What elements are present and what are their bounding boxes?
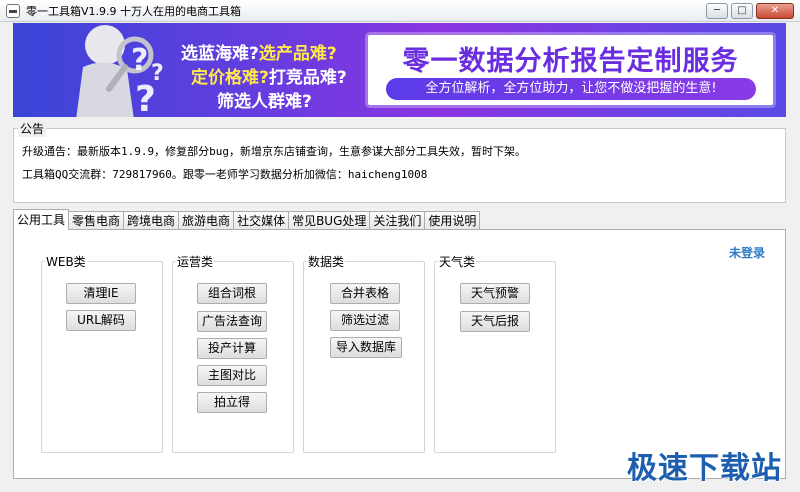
notice-line-2: 工具箱QQ交流群：729817960。跟零一老师学习数据分析加微信：haiche… [22, 168, 428, 181]
login-status-link[interactable]: 未登录 [729, 244, 765, 261]
tab-travel-ecommerce[interactable]: 旅游电商 [178, 211, 235, 230]
import-db-button[interactable]: 导入数据库 [330, 337, 402, 358]
weather-warning-button[interactable]: 天气预警 [460, 283, 530, 304]
combine-roots-button[interactable]: 组合词根 [197, 283, 267, 304]
tab-common-tools[interactable]: 公用工具 [13, 209, 70, 230]
group-operations: 运营类 组合词根 广告法查询 投产计算 主图对比 拍立得 [172, 253, 294, 453]
banner-card: 零一数据分析报告定制服务 全方位解析，全方位助力，让您不做没把握的生意! [368, 35, 773, 105]
banner-highlight: 选产品难? [258, 44, 337, 64]
group-legend: 运营类 [176, 253, 215, 270]
banner-text: 选蓝海难? [181, 44, 259, 64]
tab-instructions[interactable]: 使用说明 [424, 211, 481, 230]
banner-text: 打竞品难? [268, 68, 347, 88]
banner-highlight: 定价格难? [191, 68, 269, 88]
group-web: WEB类 清理IE URL解码 [41, 253, 163, 453]
tab-follow-us[interactable]: 关注我们 [369, 211, 426, 230]
tab-cross-border[interactable]: 跨境电商 [123, 211, 180, 230]
window-controls: ─ □ ✕ [706, 3, 794, 19]
banner-line-3: 筛选人群难? [217, 87, 312, 112]
group-weather: 天气类 天气预警 天气后报 [434, 253, 556, 453]
question-mark-icon: ? [135, 79, 156, 117]
clear-ie-button[interactable]: 清理IE [66, 283, 136, 304]
close-button[interactable]: ✕ [756, 3, 794, 19]
banner-text: 筛选人群难? [217, 92, 312, 112]
roi-calc-button[interactable]: 投产计算 [197, 338, 267, 359]
tab-social-media[interactable]: 社交媒体 [233, 211, 290, 230]
title-bar: 零一工具箱V1.9.9 十万人在用的电商工具箱 ─ □ ✕ [0, 0, 800, 22]
tab-common-bugs[interactable]: 常见BUG处理 [288, 211, 371, 230]
banner-line-2: 定价格难?打竞品难? [191, 63, 347, 88]
app-icon [6, 3, 20, 18]
banner-line-1: 选蓝海难?选产品难? [181, 39, 337, 64]
url-decode-button[interactable]: URL解码 [66, 310, 136, 331]
promo-banner[interactable]: ? ? ? 选蓝海难?选产品难? 定价格难?打竞品难? 筛选人群难? 零一数据分… [13, 23, 786, 117]
tab-bar: 公用工具 零售电商 跨境电商 旅游电商 社交媒体 常见BUG处理 关注我们 使用… [13, 209, 481, 230]
notice-group: 公告 升级通告：最新版本1.9.9，修复部分bug，新增京东店铺查询，生意参谋大… [13, 120, 786, 203]
window-title: 零一工具箱V1.9.9 十万人在用的电商工具箱 [26, 4, 242, 18]
watermark: 极速下载站 [627, 451, 782, 486]
minimize-button[interactable]: ─ [706, 3, 728, 19]
maximize-button[interactable]: □ [731, 3, 753, 19]
weather-history-button[interactable]: 天气后报 [460, 311, 530, 332]
merge-tables-button[interactable]: 合并表格 [330, 283, 400, 304]
filter-button[interactable]: 筛选过滤 [330, 310, 400, 331]
notice-line-1: 升级通告：最新版本1.9.9，修复部分bug，新增京东店铺查询，生意参谋大部分工… [22, 145, 526, 158]
group-legend: WEB类 [45, 253, 87, 270]
tab-retail-ecommerce[interactable]: 零售电商 [68, 211, 125, 230]
banner-card-subtitle: 全方位解析，全方位助力，让您不做没把握的生意! [386, 78, 756, 100]
group-legend: 天气类 [438, 253, 477, 270]
notice-legend: 公告 [18, 120, 47, 137]
tab-panel-common-tools: WEB类 清理IE URL解码 运营类 组合词根 广告法查询 投产计算 主图对比… [13, 229, 786, 479]
polaroid-button[interactable]: 拍立得 [197, 392, 267, 413]
group-data: 数据类 合并表格 筛选过滤 导入数据库 [303, 253, 425, 453]
group-legend: 数据类 [307, 253, 346, 270]
question-mark-icon: ? [131, 43, 149, 78]
main-image-compare-button[interactable]: 主图对比 [197, 365, 267, 386]
banner-card-title: 零一数据分析报告定制服务 [402, 46, 739, 77]
ad-law-query-button[interactable]: 广告法查询 [197, 311, 267, 332]
